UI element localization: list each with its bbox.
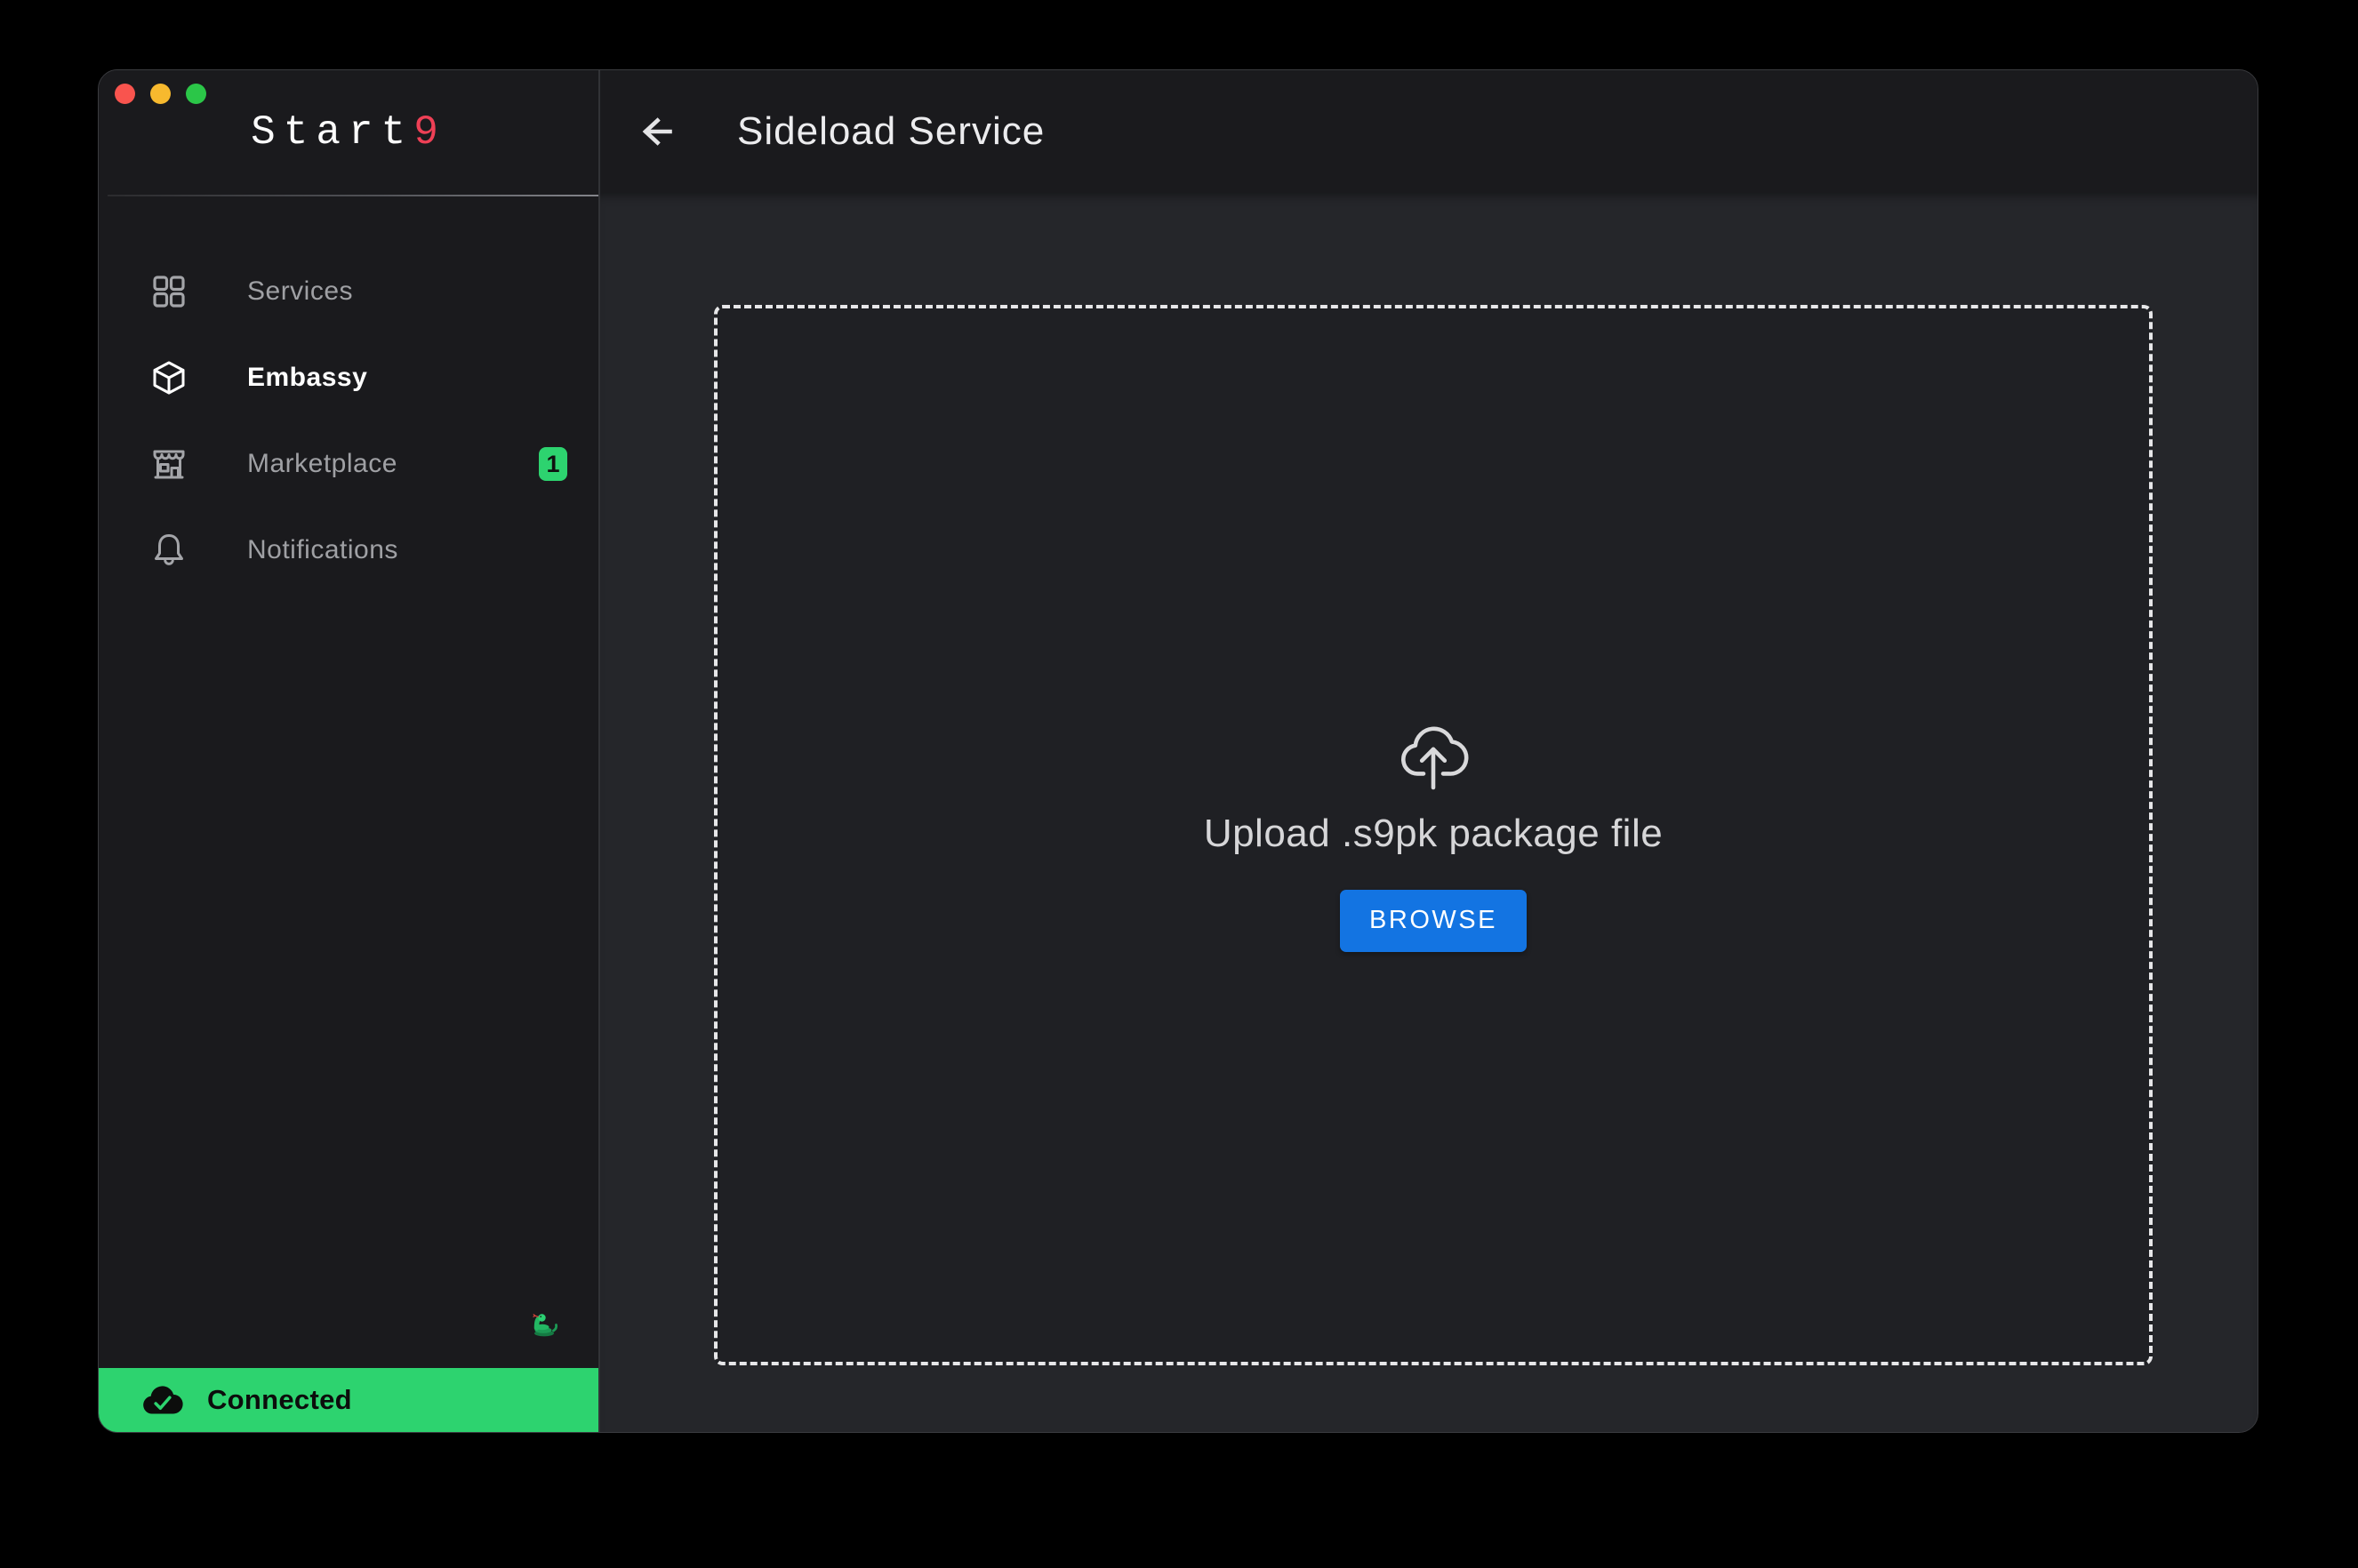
sidebar-item-label: Embassy <box>247 363 367 393</box>
page-header: Sideload Service <box>600 70 2258 193</box>
close-window-button[interactable] <box>115 84 135 104</box>
sidebar-item-services[interactable]: Services <box>99 248 598 334</box>
grid-icon <box>149 272 188 311</box>
bell-icon <box>149 531 188 570</box>
browse-button[interactable]: BROWSE <box>1340 890 1527 952</box>
sidebar-item-label: Notifications <box>247 535 398 565</box>
logo-text: Start <box>251 109 413 156</box>
minimize-window-button[interactable] <box>150 84 171 104</box>
sidebar-nav: Services Embassy <box>99 248 598 593</box>
page-title: Sideload Service <box>737 109 1045 154</box>
back-arrow-icon[interactable] <box>634 112 673 151</box>
zoom-window-button[interactable] <box>186 84 206 104</box>
start9-logo: Start9 <box>99 109 598 156</box>
sidebar: Start9 Services <box>99 70 598 1432</box>
snake-icon <box>527 1307 559 1339</box>
connection-status-label: Connected <box>207 1384 352 1416</box>
sidebar-item-marketplace[interactable]: Marketplace 1 <box>99 420 598 507</box>
sidebar-divider <box>108 195 598 196</box>
sidebar-item-notifications[interactable]: Notifications <box>99 507 598 593</box>
sidebar-item-label: Services <box>247 276 353 307</box>
storefront-icon <box>149 444 188 484</box>
sidebar-item-embassy[interactable]: Embassy <box>99 334 598 420</box>
cloud-upload-icon <box>1394 719 1472 790</box>
app-window: Start9 Services <box>98 69 2258 1433</box>
logo-accent: 9 <box>413 109 446 156</box>
sidebar-item-label: Marketplace <box>247 449 397 479</box>
content-area: Upload .s9pk package file BROWSE <box>600 193 2258 1432</box>
upload-label: Upload .s9pk package file <box>1204 812 1663 856</box>
marketplace-count-badge: 1 <box>539 447 567 481</box>
main-panel: Sideload Service Upload .s9pk package fi… <box>598 70 2258 1432</box>
connection-status-bar: Connected <box>99 1368 598 1432</box>
cloud-check-icon <box>141 1381 184 1419</box>
window-controls <box>115 84 206 104</box>
upload-dropzone[interactable]: Upload .s9pk package file BROWSE <box>714 305 2153 1365</box>
cube-icon <box>149 358 188 397</box>
